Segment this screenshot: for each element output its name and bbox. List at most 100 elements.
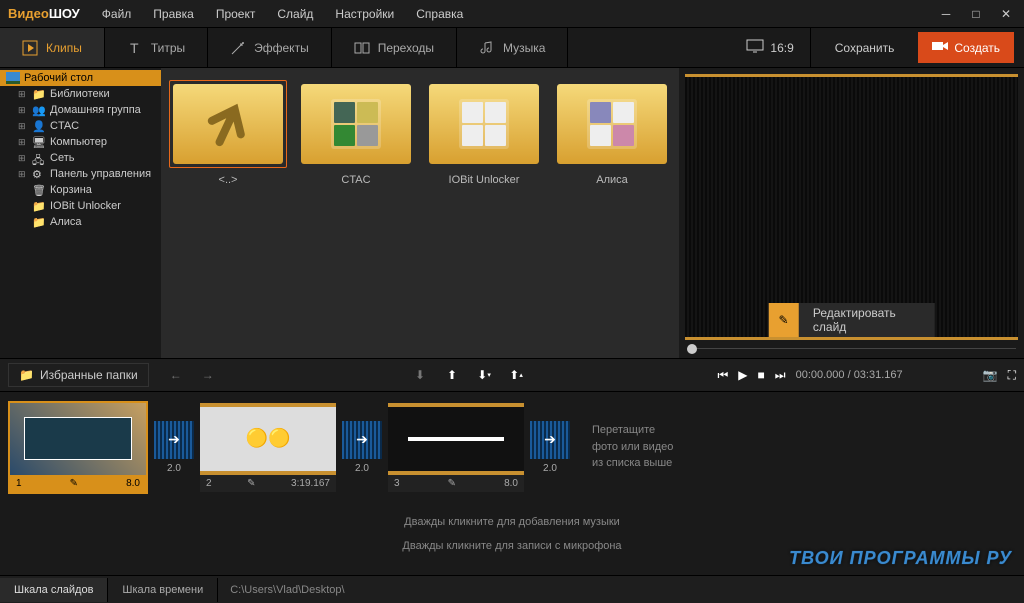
folder-tree: Рабочий стол ⊞📁Библиотеки ⊞👥Домашняя гру… <box>0 68 161 358</box>
wand-icon <box>230 40 246 56</box>
monitor-icon <box>746 39 764 56</box>
tree-recycle[interactable]: 🗑Корзина <box>0 182 161 198</box>
folder-up[interactable]: <..> <box>173 80 283 186</box>
titlebar: ВидеоШОУ Файл Правка Проект Слайд Настро… <box>0 0 1024 28</box>
fullscreen-button[interactable]: ⛶ <box>1008 368 1016 383</box>
folder-alisa-label: Алиса <box>596 174 628 186</box>
minimize-button[interactable]: ─ <box>936 4 956 24</box>
folder-icon: 📁 <box>32 216 46 228</box>
folder-alisa[interactable]: Алиса <box>557 80 667 186</box>
transition-1[interactable]: ➔ 2.0 <box>154 421 194 474</box>
tab-music[interactable]: Музыка <box>457 28 568 67</box>
preview-panel: ✎ Редактировать слайд <box>679 68 1024 358</box>
prev-button[interactable]: ⏮ <box>717 368 728 383</box>
computer-icon: 🖥 <box>32 136 46 148</box>
pencil-icon: ✎ <box>448 478 456 489</box>
download-button[interactable]: ⬇ <box>409 364 431 386</box>
create-button[interactable]: Создать <box>918 32 1014 63</box>
current-path: C:\Users\Vlad\Desktop\ <box>218 584 356 596</box>
svg-text:T: T <box>130 40 139 56</box>
menu-bar: Файл Правка Проект Слайд Настройки Справ… <box>92 3 474 25</box>
seek-bar[interactable] <box>687 348 1016 356</box>
folder-ctac[interactable]: CTAC <box>301 80 411 186</box>
folder-up-label: <..> <box>219 174 238 186</box>
edit-slide-button[interactable]: ✎ Редактировать слайд <box>768 303 935 337</box>
tree-computer[interactable]: ⊞🖥Компьютер <box>0 134 161 150</box>
desktop-icon <box>6 72 20 84</box>
tab-transitions[interactable]: Переходы <box>332 28 457 67</box>
transition-icon <box>354 40 370 56</box>
tree-iobit[interactable]: 📁IOBit Unlocker <box>0 198 161 214</box>
transition-3-dur: 2.0 <box>543 463 557 474</box>
download-all-button[interactable]: ⬇▾ <box>473 364 495 386</box>
upload-button[interactable]: ⬆ <box>441 364 463 386</box>
menu-slide[interactable]: Слайд <box>267 3 323 25</box>
view-timeline-tab[interactable]: Шкала времени <box>108 578 218 602</box>
main-area: Рабочий стол ⊞📁Библиотеки ⊞👥Домашняя гру… <box>0 68 1024 358</box>
tree-homegroup[interactable]: ⊞👥Домашняя группа <box>0 102 161 118</box>
preview-canvas[interactable]: ✎ Редактировать слайд <box>685 74 1018 340</box>
play-button[interactable]: ▶ <box>738 368 747 382</box>
tree-ctac[interactable]: ⊞👤CTAC <box>0 118 161 134</box>
menu-help[interactable]: Справка <box>406 3 473 25</box>
time-display: 00:00.000 / 03:31.167 <box>796 369 903 381</box>
arrow-right-icon: ➔ <box>356 431 368 448</box>
tree-alisa[interactable]: 📁Алиса <box>0 214 161 230</box>
music-track[interactable]: Дважды кликните для добавления музыки <box>0 510 1024 534</box>
aspect-label: 16:9 <box>770 41 793 55</box>
folder-plus-icon: 📁 <box>19 368 34 382</box>
tree-desktop[interactable]: Рабочий стол <box>0 70 161 86</box>
save-button[interactable]: Сохранить <box>823 35 907 61</box>
close-button[interactable]: ✕ <box>996 4 1016 24</box>
music-icon <box>479 40 495 56</box>
timeline: 1✎8.0 ➔ 2.0 🟡🟡 2✎3:19.167 ➔ 2.0 3✎8.0 ➔ … <box>0 392 1024 502</box>
fav-folders-label: Избранные папки <box>40 368 138 382</box>
main-tabs: Клипы T Титры Эффекты Переходы Музыка 16… <box>0 28 1024 68</box>
edit-slide-label: Редактировать слайд <box>799 306 935 334</box>
create-label: Создать <box>954 41 1000 55</box>
next-button[interactable]: ⏭ <box>775 368 786 383</box>
menu-edit[interactable]: Правка <box>143 3 204 25</box>
status-bar: Шкала слайдов Шкала времени C:\Users\Vla… <box>0 575 1024 603</box>
toolbar-row: 📁 Избранные папки ← → ⬇ ⬆ ⬇▾ ⬆▴ ⏮ ▶ ■ ⏭ … <box>0 358 1024 392</box>
tab-titles[interactable]: T Титры <box>105 28 208 67</box>
tab-effects[interactable]: Эффекты <box>208 28 332 67</box>
maximize-button[interactable]: □ <box>966 4 986 24</box>
favorite-folders-button[interactable]: 📁 Избранные папки <box>8 363 149 387</box>
seek-knob[interactable] <box>687 344 697 354</box>
arrow-right-icon: ➔ <box>544 431 556 448</box>
tree-desktop-label: Рабочий стол <box>24 72 93 84</box>
folder-ctac-label: CTAC <box>341 174 370 186</box>
timeline-slide-1[interactable]: 1✎8.0 <box>8 401 148 494</box>
transition-3[interactable]: ➔ 2.0 <box>530 421 570 474</box>
nav-forward-button[interactable]: → <box>197 364 219 386</box>
stop-button[interactable]: ■ <box>758 368 765 382</box>
menu-file[interactable]: Файл <box>92 3 142 25</box>
aspect-ratio[interactable]: 16:9 <box>730 28 810 67</box>
transition-1-dur: 2.0 <box>167 463 181 474</box>
network-icon: 🖧 <box>32 152 46 164</box>
snapshot-button[interactable]: 📷 <box>983 368 998 382</box>
view-slides-tab[interactable]: Шкала слайдов <box>0 578 108 602</box>
transition-2[interactable]: ➔ 2.0 <box>342 421 382 474</box>
tab-clips[interactable]: Клипы <box>0 28 105 67</box>
folder-iobit-label: IOBit Unlocker <box>449 174 520 186</box>
tree-network[interactable]: ⊞🖧Сеть <box>0 150 161 166</box>
text-icon: T <box>127 40 143 56</box>
folder-iobit[interactable]: IOBit Unlocker <box>429 80 539 186</box>
timeline-slide-2[interactable]: 🟡🟡 2✎3:19.167 <box>200 403 336 492</box>
tab-transitions-label: Переходы <box>378 41 434 55</box>
drag-hint: Перетащите фото или видео из списка выше <box>592 422 673 472</box>
tree-control-panel[interactable]: ⊞⚙Панель управления <box>0 166 161 182</box>
menu-project[interactable]: Проект <box>206 3 266 25</box>
timeline-slide-3[interactable]: 3✎8.0 <box>388 403 524 492</box>
tree-libraries[interactable]: ⊞📁Библиотеки <box>0 86 161 102</box>
watermark: ТВОИ ПРОГРАММЫ РУ <box>789 548 1012 569</box>
menu-settings[interactable]: Настройки <box>325 3 404 25</box>
app-logo: ВидеоШОУ <box>8 6 80 21</box>
pencil-icon: ✎ <box>768 303 799 337</box>
window-controls: ─ □ ✕ <box>936 4 1016 24</box>
nav-back-button[interactable]: ← <box>165 364 187 386</box>
tab-music-label: Музыка <box>503 41 545 55</box>
upload-all-button[interactable]: ⬆▴ <box>505 364 527 386</box>
